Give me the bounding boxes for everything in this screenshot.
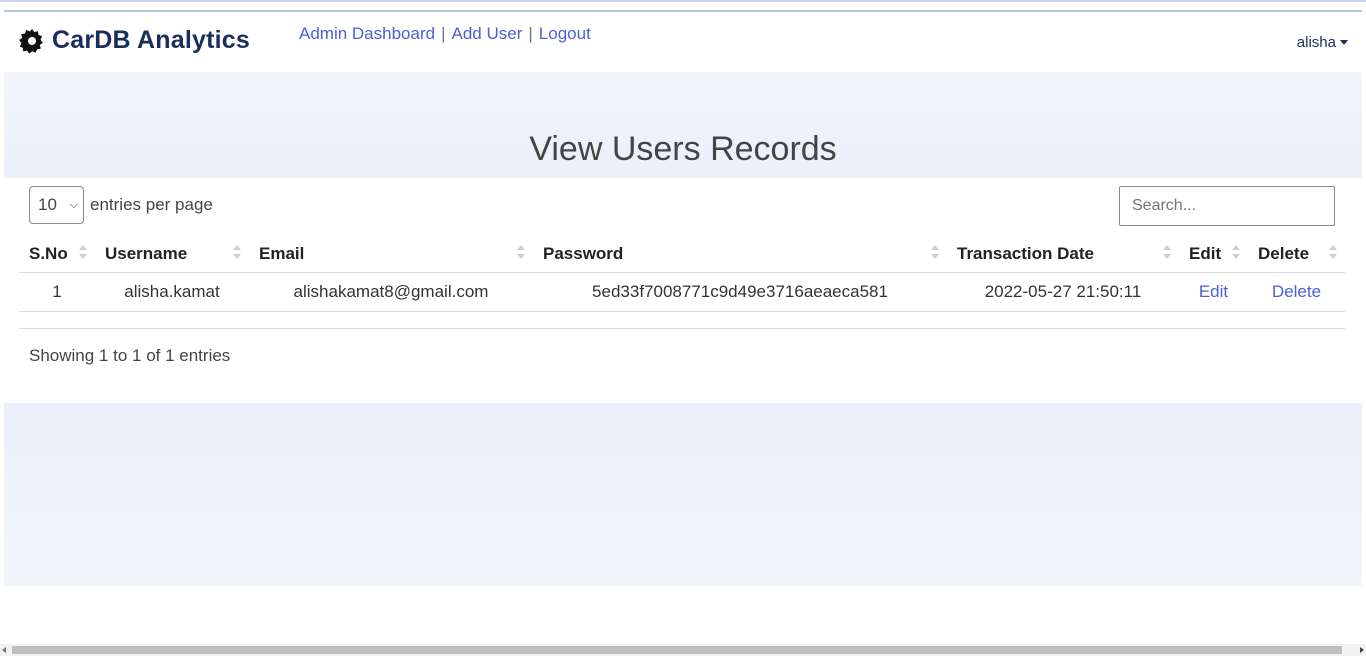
sort-icon bbox=[517, 245, 525, 259]
search-input[interactable] bbox=[1119, 186, 1335, 226]
column-header-sno[interactable]: S.No bbox=[19, 236, 95, 273]
top-border bbox=[0, 0, 1366, 2]
cell-transaction-date: 2022-05-27 21:50:11 bbox=[947, 272, 1179, 312]
column-header-username[interactable]: Username bbox=[95, 236, 249, 273]
scroll-right-icon[interactable] bbox=[1360, 647, 1364, 653]
page-title: View Users Records bbox=[529, 130, 837, 168]
per-page-control: 10 ⌵ entries per page bbox=[29, 186, 213, 224]
caret-down-icon bbox=[1340, 40, 1348, 45]
column-label: Username bbox=[105, 243, 188, 263]
cell-password: 5ed33f7008771c9d49e3716aeaeca581 bbox=[533, 272, 947, 312]
per-page-value: 10 bbox=[38, 195, 57, 214]
column-header-edit[interactable]: Edit bbox=[1179, 236, 1248, 273]
user-name: alisha bbox=[1296, 34, 1336, 51]
horizontal-scrollbar[interactable] bbox=[0, 644, 1366, 656]
nav-logout-link[interactable]: Logout bbox=[539, 24, 591, 44]
nav-separator: | bbox=[441, 24, 446, 43]
edit-link[interactable]: Edit bbox=[1199, 282, 1228, 301]
cell-username: alisha.kamat bbox=[95, 272, 249, 312]
cell-sno: 1 bbox=[19, 272, 95, 312]
column-label: Email bbox=[259, 243, 305, 263]
brand-name: CarDB Analytics bbox=[52, 26, 250, 54]
table-row: 1 alisha.kamat alishakamat8@gmail.com 5e… bbox=[19, 272, 1345, 312]
nav-links: Admin Dashboard | Add User | Logout bbox=[299, 24, 591, 44]
brand[interactable]: CarDB Analytics bbox=[18, 26, 250, 55]
nav-separator: | bbox=[528, 24, 533, 43]
nav-add-user-link[interactable]: Add User bbox=[452, 24, 523, 44]
column-label: Password bbox=[543, 243, 624, 263]
column-label: Delete bbox=[1258, 243, 1310, 263]
column-header-email[interactable]: Email bbox=[249, 236, 533, 273]
delete-link[interactable]: Delete bbox=[1272, 282, 1321, 301]
table-header-row: S.No Username Email Password Transaction… bbox=[19, 236, 1345, 273]
records-panel: 10 ⌵ entries per page S.No Username Emai… bbox=[4, 178, 1362, 403]
sort-icon bbox=[931, 245, 939, 259]
per-page-label: entries per page bbox=[90, 195, 213, 214]
sort-icon bbox=[1232, 245, 1240, 259]
column-label: Edit bbox=[1189, 243, 1222, 263]
scroll-left-icon[interactable] bbox=[2, 647, 6, 653]
column-header-password[interactable]: Password bbox=[533, 236, 947, 273]
cell-edit: Edit bbox=[1179, 272, 1248, 312]
cell-email: alishakamat8@gmail.com bbox=[249, 272, 533, 312]
column-header-transaction-date[interactable]: Transaction Date bbox=[947, 236, 1179, 273]
nav-admin-dashboard-link[interactable]: Admin Dashboard bbox=[299, 24, 435, 44]
footer-area bbox=[4, 403, 1362, 586]
column-label: S.No bbox=[29, 243, 68, 263]
column-label: Transaction Date bbox=[957, 243, 1094, 263]
user-menu-dropdown[interactable]: alisha bbox=[1297, 34, 1348, 51]
hero-banner: View Users Records bbox=[4, 72, 1362, 178]
sort-icon bbox=[1329, 245, 1337, 259]
table-bottom-divider bbox=[19, 328, 1345, 329]
page: CarDB Analytics Admin Dashboard | Add Us… bbox=[4, 10, 1362, 644]
sort-icon bbox=[1163, 245, 1171, 259]
table-info: Showing 1 to 1 of 1 entries bbox=[29, 346, 231, 365]
sort-icon bbox=[233, 245, 241, 259]
scrollbar-thumb[interactable] bbox=[12, 646, 1342, 654]
gear-icon bbox=[19, 28, 43, 54]
navbar: CarDB Analytics Admin Dashboard | Add Us… bbox=[4, 12, 1362, 72]
column-header-delete[interactable]: Delete bbox=[1248, 236, 1345, 273]
cell-delete: Delete bbox=[1248, 272, 1345, 312]
chevron-down-icon: ⌵ bbox=[69, 198, 78, 211]
users-table: S.No Username Email Password Transaction… bbox=[19, 236, 1345, 312]
per-page-select[interactable]: 10 ⌵ bbox=[29, 186, 84, 224]
sort-icon bbox=[79, 245, 87, 259]
